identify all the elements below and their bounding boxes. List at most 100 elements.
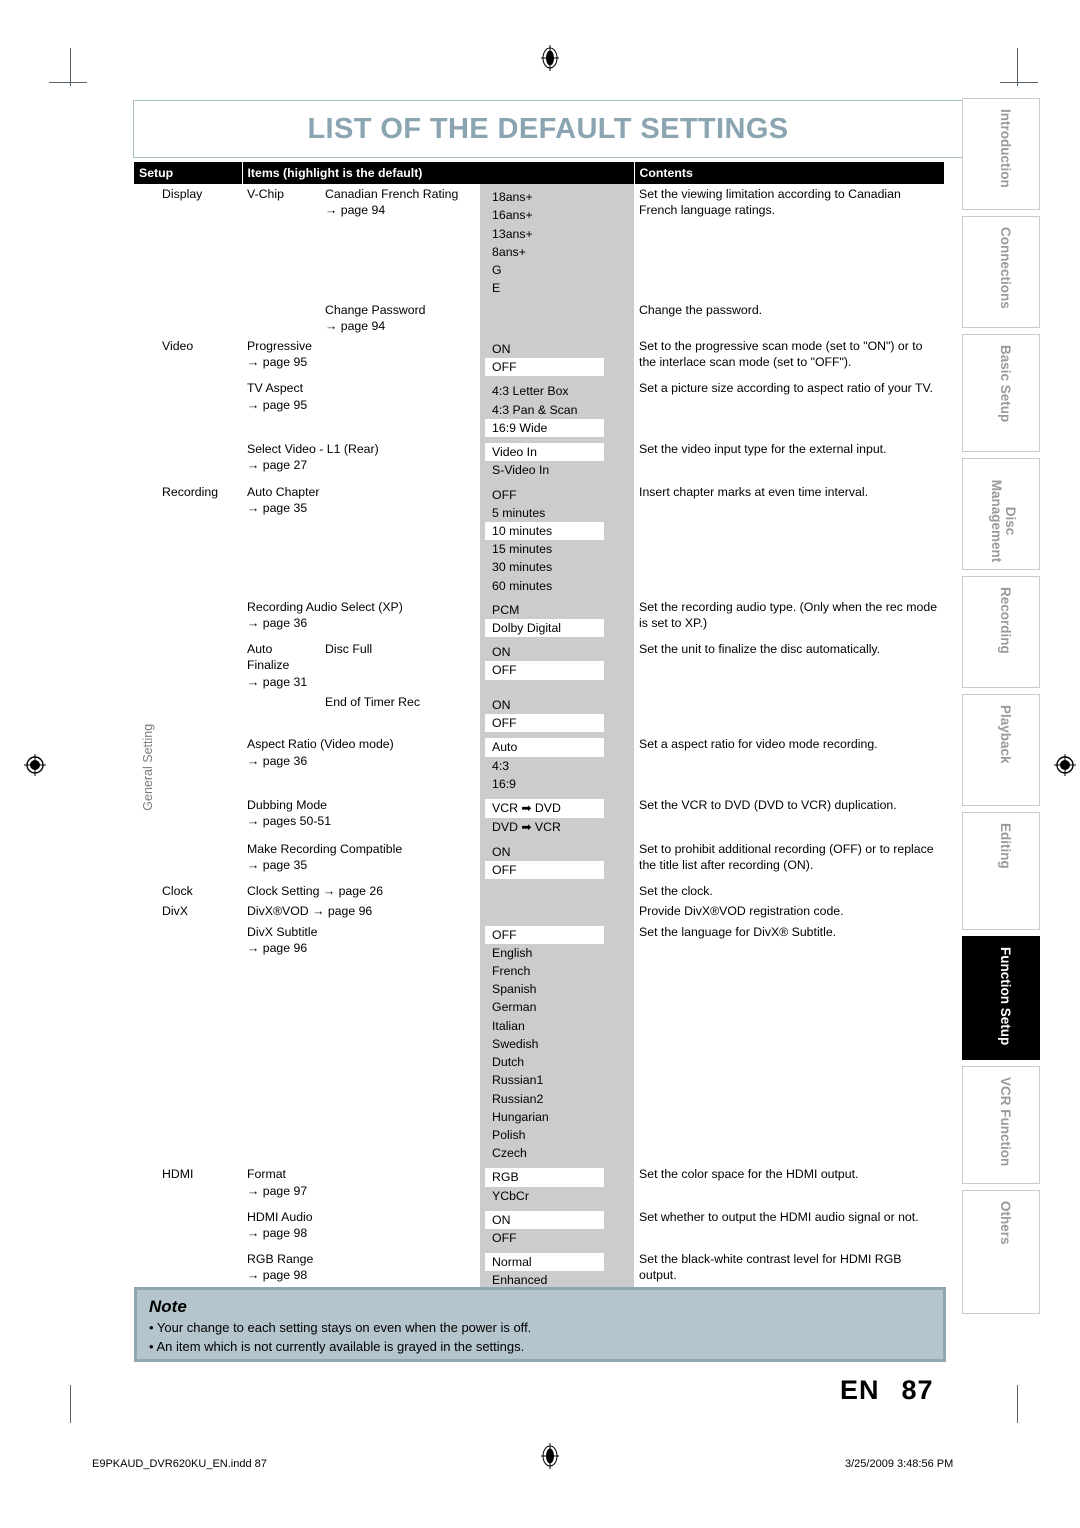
option-default: OFF [485,925,605,944]
table-row: Aspect Ratio (Video mode) → page 36 Auto 4:… [134,734,945,795]
cell-setup [157,795,243,839]
sidebar-tab-recording[interactable]: Recording [962,576,1040,688]
cell-setup [157,921,243,1165]
cell-options: 4:3 Letter Box 4:3 Pan & Scan 16:9 Wide [480,378,635,440]
cell-options [480,299,635,336]
sidebar-tab-connections[interactable]: Connections [962,216,1040,328]
option: 15 minutes [492,542,553,557]
option: 60 minutes [492,578,553,593]
table-row: Recording Auto Chapter → page 35 OFF 5 minut… [134,481,945,597]
default-settings-table: Setup Items (highlight is the default) C… [134,162,945,1335]
option-default: OFF [485,358,605,377]
cell-options [480,901,635,922]
table-row: DivX Subtitle → page 96 OFF English French Sp… [134,921,945,1165]
table-row: Dubbing Mode → pages 50-51 VCR ➡ DVD DVD ➡ … [134,795,945,839]
cell-options [480,881,635,902]
cell-setup: Clock [157,881,243,902]
cell-item-primary: Clock Setting → page 26 [242,881,481,902]
cell-item-primary: TV Aspect → page 95 [242,378,481,440]
crop-mark-top-right-vertical [1017,48,1018,86]
sidebar-tab-playback[interactable]: Playback [962,694,1040,806]
footer-filename: E9PKAUD_DVR620KU_EN.indd 87 [92,1458,267,1470]
column-header-setup: Setup [134,162,243,185]
cell-item-primary: Auto Chapter → page 35 [242,481,481,597]
table-row: Change Password → page 94 Change the passw… [134,299,945,336]
cell-contents: Set the recording audio type. (Only when… [634,596,945,640]
sidebar-tab-function-setup[interactable]: Function Setup [962,936,1040,1060]
option: PCM [492,602,520,617]
cell-item-primary: Make Recording Compatible → page 35 [242,838,481,882]
registration-target-left [22,752,48,778]
contents-text: Set whether to output the HDMI audio sig… [639,1209,919,1224]
table-row: General Setting Display V-Chip Canadian Fre… [134,184,945,1335]
item-primary-page-ref: → page 98 [247,1268,308,1283]
column-header-items: Items (highlight is the default) [242,162,635,185]
item-secondary-page-ref: → page 94 [325,203,386,218]
option: OFF [492,1231,517,1246]
sidebar-tab-others[interactable]: Others [962,1190,1040,1314]
cell-contents: Set the video input type for the externa… [634,439,945,482]
item-primary-label: DivX®VOD → page 96 [247,904,373,919]
contents-text: Set a aspect ratio for video mode record… [639,737,878,752]
cell-options: RGB YCbCr [480,1164,635,1207]
setup-label: DivX [162,904,188,919]
cell-item-primary: DivX®VOD → page 96 [242,901,481,922]
option: German [492,1000,537,1015]
cell-item-primary: Format → page 97 [242,1164,481,1207]
crop-mark-bottom-right-vertical [1017,1385,1018,1423]
contents-text: Insert chapter marks at even time interv… [639,484,868,499]
cell-item-secondary: Canadian French Rating → page 94 [320,184,481,300]
cell-setup [157,838,243,882]
setup-label: HDMI [162,1167,194,1182]
item-primary-label: Progressive [247,338,312,353]
option: 30 minutes [492,560,553,575]
cell-setup [157,596,243,640]
sidebar-tab-label: Connections [998,227,1013,309]
cell-item-secondary: End of Timer Rec [320,691,481,735]
item-secondary-label: Canadian French Rating [325,187,459,202]
cell-item-primary: Auto Finalize → page 31 [242,639,321,692]
contents-text: Set the viewing limitation according to … [639,187,901,218]
cell-contents: Set to the progressive scan mode (set to… [634,335,945,379]
item-primary-label: Dubbing Mode [247,798,327,812]
contents-text: Provide DivX®VOD registration code. [639,904,844,919]
crop-mark-left-upper [49,82,87,83]
cell-contents: Set whether to output the HDMI audio sig… [634,1206,945,1250]
note-title: Note [149,1297,187,1316]
cell-options: ON OFF [480,691,635,735]
sidebar-tab-disc-management[interactable]: Disc Management [962,458,1040,570]
option: Russian2 [492,1091,544,1106]
option: G [492,263,502,278]
table-row: Auto Finalize → page 31 Disc Full ON OFF Set … [134,639,945,692]
page-number-lang: EN [840,1375,880,1405]
cell-setup: HDMI [157,1164,243,1207]
contents-text: Set to the progressive scan mode (set to… [639,338,923,370]
setup-label: Recording [162,484,219,499]
sidebar-tab-label: Basic Setup [998,345,1013,423]
sidebar-tab-editing[interactable]: Editing [962,812,1040,930]
cell-contents: Set a aspect ratio for video mode record… [634,734,945,795]
option-default: Video In [485,443,605,462]
option: S-Video In [492,463,550,478]
sidebar-tab-vcr-function[interactable]: VCR Function [962,1066,1040,1184]
cell-item-primary: RGB Range → page 98 [242,1249,481,1292]
item-primary-label: Auto Chapter [247,484,320,499]
table-row: HDMI Format → page 97 RGB YCbCr Set the color… [134,1164,945,1207]
cell-setup: Video [157,335,243,379]
cell-contents: Set a picture size according to aspect r… [634,378,945,440]
table-row: Video Progressive → page 95 ON OFF Set to the… [134,335,945,379]
item-primary-label: HDMI Audio [247,1209,313,1224]
page-title: LIST OF THE DEFAULT SETTINGS [307,112,789,145]
sidebar-tab-basic-setup[interactable]: Basic Setup [962,334,1040,452]
table-row: RGB Range → page 98 Normal Enhanced Set the … [134,1249,945,1292]
cell-contents: Set the unit to finalize the disc automa… [634,639,945,692]
item-primary-label: Make Recording Compatible [247,841,403,856]
option: 5 minutes [492,505,546,520]
option: French [492,963,531,978]
sidebar-tab-introduction[interactable]: Introduction [962,98,1040,210]
cell-contents: Set the viewing limitation according to … [634,184,945,300]
option: ON [492,844,511,859]
option-default: Normal [485,1253,605,1272]
table-row: Make Recording Compatible → page 35 ON OFF S… [134,838,945,882]
contents-text: Set the clock. [639,884,713,899]
